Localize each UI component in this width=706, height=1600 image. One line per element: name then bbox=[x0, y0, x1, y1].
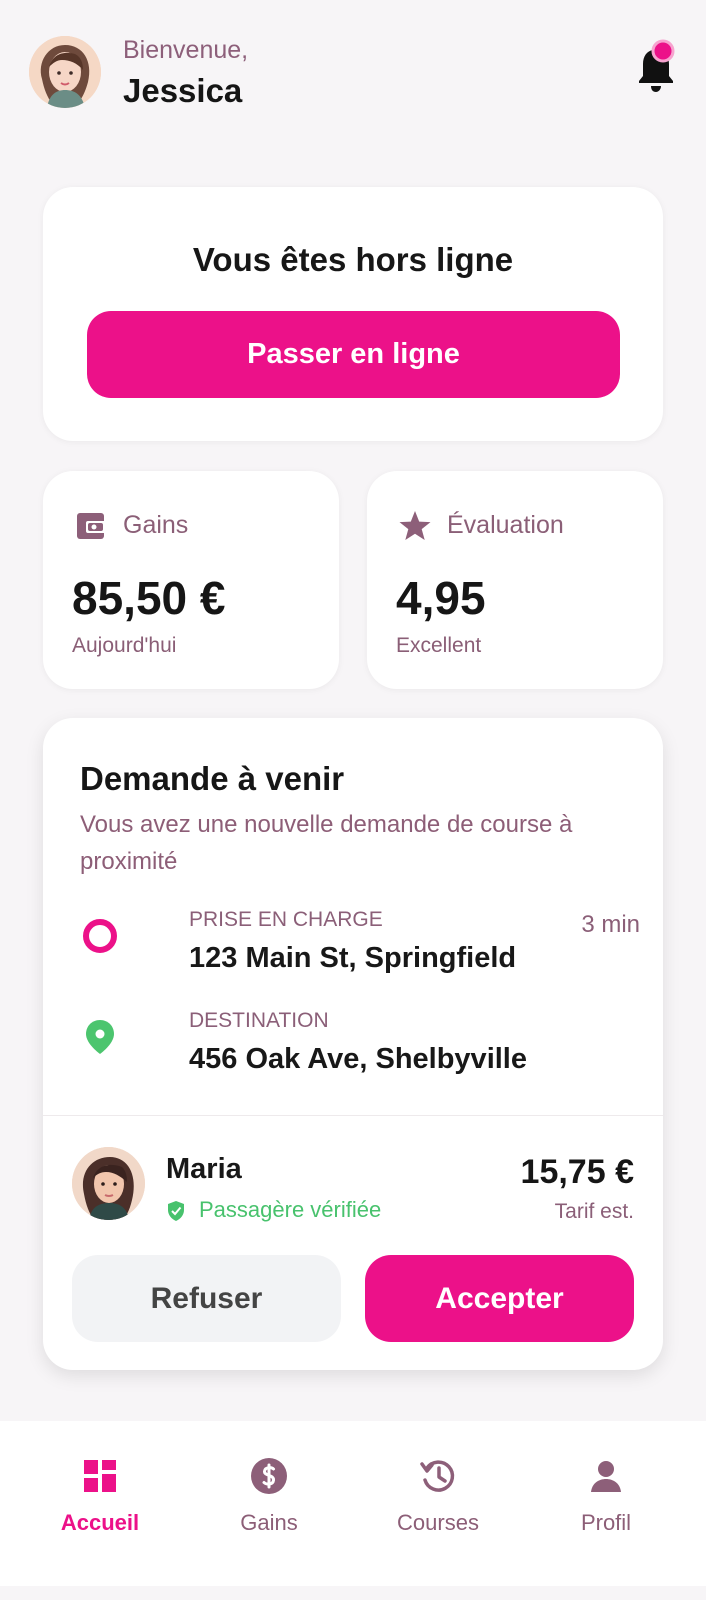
rating-label: Évaluation bbox=[447, 511, 564, 539]
passenger-name: Maria bbox=[166, 1153, 242, 1185]
app-header: Bienvenue, Jessica bbox=[29, 36, 676, 109]
notifications-button[interactable] bbox=[630, 39, 676, 97]
destination-location: DESTINATION 456 Oak Ave, Shelbyville bbox=[80, 1007, 640, 1083]
nav-item-courses[interactable]: Courses bbox=[363, 1456, 513, 1556]
pickup-label: PRISE EN CHARGE bbox=[189, 908, 383, 931]
nav-item-gains[interactable]: Gains bbox=[194, 1456, 344, 1556]
nav-label-profil: Profil bbox=[580, 1510, 632, 1535]
earnings-label: Gains bbox=[123, 511, 189, 539]
go-online-button[interactable]: Passer en ligne bbox=[87, 311, 620, 398]
rating-card[interactable]: Évaluation 4,95 Excellent bbox=[367, 471, 663, 689]
greeting-text: Bienvenue, bbox=[123, 36, 249, 64]
nav-label-gains: Gains bbox=[240, 1510, 298, 1535]
card-divider bbox=[43, 1115, 663, 1116]
nav-label-accueil: Accueil bbox=[60, 1510, 140, 1535]
dashboard-icon bbox=[84, 1460, 116, 1492]
wallet-icon bbox=[77, 513, 106, 539]
refuse-button[interactable]: Refuser bbox=[72, 1255, 341, 1342]
nav-item-profil[interactable]: Profil bbox=[531, 1456, 681, 1556]
pickup-eta: 3 min bbox=[581, 911, 640, 938]
earnings-card[interactable]: Gains 85,50 € Aujourd'hui bbox=[43, 471, 339, 689]
rating-status: Excellent bbox=[396, 634, 482, 657]
person-icon bbox=[591, 1461, 621, 1492]
verified-text: Passagère vérifiée bbox=[199, 1197, 382, 1222]
offline-status-title: Vous êtes hors ligne bbox=[192, 241, 514, 278]
history-icon bbox=[420, 1460, 455, 1492]
user-avatar[interactable] bbox=[29, 36, 101, 108]
request-title: Demande à venir bbox=[80, 760, 345, 797]
destination-address: 456 Oak Ave, Shelbyville bbox=[189, 1043, 527, 1075]
ride-request-card: Demande à venir Vous avez une nouvelle d… bbox=[43, 718, 663, 1370]
notification-badge bbox=[651, 39, 675, 63]
nav-item-accueil[interactable]: Accueil bbox=[25, 1456, 175, 1556]
passenger-avatar[interactable] bbox=[72, 1147, 145, 1220]
online-status-card: Vous êtes hors ligne Passer en ligne bbox=[43, 187, 663, 441]
destination-label: DESTINATION bbox=[189, 1009, 329, 1032]
accept-button[interactable]: Accepter bbox=[365, 1255, 634, 1342]
nav-label-courses: Courses bbox=[397, 1510, 479, 1535]
bell-icon bbox=[639, 39, 675, 92]
user-name: Jessica bbox=[123, 72, 243, 109]
pickup-circle-icon bbox=[83, 919, 117, 953]
dollar-circle-icon bbox=[251, 1458, 287, 1494]
star-icon bbox=[399, 511, 431, 540]
shield-check-icon bbox=[168, 1201, 184, 1221]
earnings-value: 85,50 € bbox=[72, 572, 226, 624]
bottom-navigation: Accueil Gains Courses Profil bbox=[0, 1421, 706, 1586]
bottom-safe-area bbox=[0, 1586, 706, 1600]
earnings-period: Aujourd'hui bbox=[72, 634, 177, 657]
fare-label: Tarif est. bbox=[554, 1200, 634, 1223]
pickup-address: 123 Main St, Springfield bbox=[189, 942, 517, 974]
pickup-location: PRISE EN CHARGE 123 Main St, Springfield… bbox=[80, 906, 640, 982]
rating-value: 4,95 bbox=[396, 572, 486, 624]
estimated-fare: 15,75 € bbox=[520, 1153, 634, 1191]
request-description: Vous avez une nouvelle demande de course… bbox=[80, 811, 573, 875]
map-pin-icon bbox=[86, 1020, 114, 1054]
